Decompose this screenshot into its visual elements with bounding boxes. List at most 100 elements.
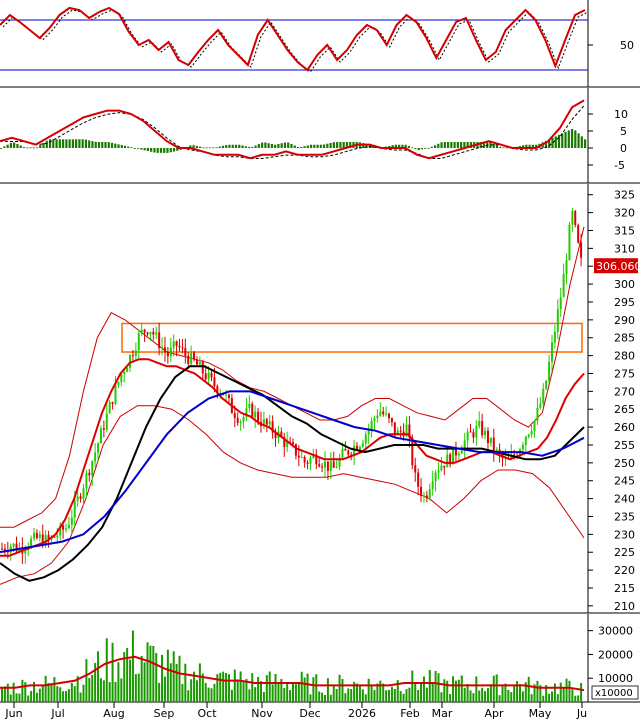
candle-body bbox=[292, 442, 294, 445]
candle-body bbox=[481, 420, 484, 436]
x-month-label: Nov bbox=[251, 707, 273, 720]
candle-body bbox=[574, 211, 577, 225]
price-tick-label: 220 bbox=[614, 564, 635, 577]
volume-bar bbox=[466, 684, 469, 702]
candle-body bbox=[38, 534, 41, 538]
candle-body bbox=[35, 532, 38, 538]
candle-body bbox=[195, 359, 198, 365]
x-month-label: 2026 bbox=[348, 707, 376, 720]
volume-bar bbox=[190, 679, 193, 702]
volume-bar bbox=[521, 691, 524, 702]
volume-bar bbox=[361, 689, 364, 702]
volume-bar bbox=[501, 686, 504, 702]
candle-body bbox=[571, 211, 574, 225]
candle-body bbox=[204, 373, 207, 380]
volume-bar bbox=[286, 683, 289, 702]
volume-bar bbox=[411, 670, 414, 702]
candle-body bbox=[297, 455, 300, 458]
macd-histogram-bar bbox=[166, 148, 169, 153]
volume-bar bbox=[358, 684, 361, 702]
candle-body bbox=[446, 454, 449, 468]
price-tick-label: 265 bbox=[614, 403, 635, 416]
volume-bar bbox=[99, 678, 102, 702]
macd-histogram-bar bbox=[94, 141, 97, 148]
macd-histogram-bar bbox=[584, 139, 587, 148]
volume-bar bbox=[88, 678, 91, 702]
volume-bar bbox=[475, 676, 478, 702]
volume-bar bbox=[452, 676, 455, 702]
volume-bar bbox=[574, 695, 577, 702]
volume-bar bbox=[542, 695, 545, 702]
volume-bar bbox=[198, 663, 201, 702]
candle-body bbox=[79, 496, 82, 499]
candle-body bbox=[472, 432, 475, 438]
candle-body bbox=[393, 422, 396, 434]
volume-bar bbox=[239, 671, 242, 702]
x-month-label: Feb bbox=[400, 707, 419, 720]
candle-body bbox=[550, 342, 553, 362]
volume-bar bbox=[65, 691, 68, 702]
volume-bar bbox=[82, 684, 85, 702]
volume-bar bbox=[428, 669, 431, 702]
macd-histogram-bar bbox=[564, 131, 567, 148]
candle-body bbox=[382, 411, 385, 415]
volume-bar bbox=[6, 683, 9, 702]
candle-body bbox=[361, 443, 364, 447]
x-month-label: May bbox=[529, 707, 552, 720]
volume-bar bbox=[390, 686, 393, 702]
volume-bar bbox=[434, 670, 437, 702]
macd-histogram-bar bbox=[574, 130, 577, 148]
volume-bar bbox=[262, 691, 265, 702]
macd-histogram-bar bbox=[283, 142, 287, 148]
volume-bar bbox=[257, 676, 260, 702]
candle-body bbox=[492, 437, 495, 452]
volume-bar bbox=[498, 695, 501, 702]
macd-histogram-bar bbox=[88, 140, 91, 148]
candle-body bbox=[425, 495, 428, 499]
macd-histogram-bar bbox=[163, 148, 166, 153]
candle-body bbox=[530, 431, 533, 435]
volume-bar bbox=[294, 684, 297, 702]
volume-bar bbox=[405, 689, 408, 702]
volume-tick-label: 10000 bbox=[598, 672, 633, 685]
candle-body bbox=[143, 329, 146, 333]
candle-body bbox=[123, 372, 126, 375]
price-tick-label: 235 bbox=[614, 510, 635, 523]
volume-bar bbox=[318, 691, 321, 702]
candle-body bbox=[533, 420, 536, 432]
macd-histogram-bar bbox=[231, 144, 234, 148]
volume-bar bbox=[227, 674, 230, 702]
volume-bar bbox=[417, 690, 420, 702]
candle-body bbox=[239, 421, 242, 423]
volume-bar bbox=[329, 694, 332, 702]
candle-body bbox=[422, 495, 425, 497]
candle-body bbox=[358, 446, 361, 450]
volume-bar bbox=[548, 693, 551, 702]
macd-histogram-bar bbox=[65, 139, 68, 148]
candle-body bbox=[268, 421, 271, 425]
volume-bar bbox=[117, 662, 120, 702]
x-month-label: Ju bbox=[576, 707, 587, 720]
price-tick-label: 225 bbox=[614, 546, 635, 559]
candle-body bbox=[577, 224, 580, 243]
macd-histogram-bar bbox=[342, 142, 345, 148]
volume-bar bbox=[30, 690, 33, 702]
volume-bar bbox=[195, 680, 198, 702]
volume-bar bbox=[181, 683, 184, 702]
candle-body bbox=[443, 465, 446, 468]
price-tick-label: 325 bbox=[614, 189, 635, 202]
macd-histogram-bar bbox=[228, 144, 231, 148]
macd-histogram-bar bbox=[306, 145, 309, 148]
candle-body bbox=[527, 434, 530, 437]
volume-bar bbox=[97, 651, 100, 702]
volume-bar bbox=[408, 687, 411, 702]
volume-bar bbox=[399, 691, 402, 702]
volume-bar bbox=[274, 674, 277, 702]
candle-body bbox=[251, 403, 254, 418]
volume-bar bbox=[143, 662, 146, 702]
candle-body bbox=[568, 224, 571, 261]
macd-histogram-bar bbox=[339, 142, 342, 148]
price-tick-label: 255 bbox=[614, 439, 635, 452]
candle-body bbox=[117, 381, 120, 386]
candle-body bbox=[161, 347, 164, 349]
